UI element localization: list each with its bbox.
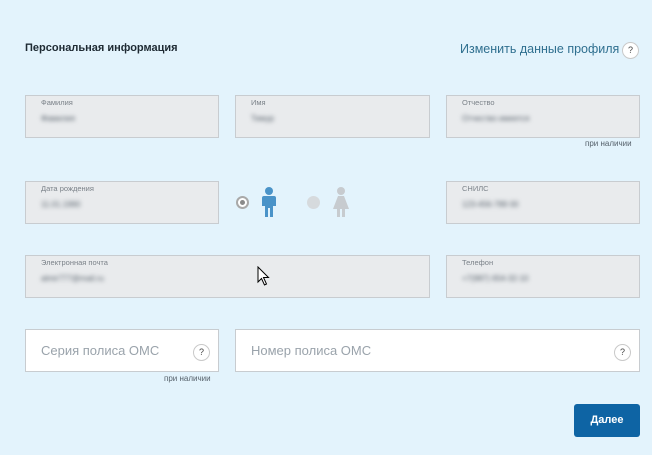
phone-field[interactable]: Телефон +7(987) 654-32-10 [446, 255, 640, 298]
edit-profile-link[interactable]: Изменить данные профиля [460, 42, 619, 56]
female-person-icon[interactable] [330, 186, 352, 218]
patronymic-note: при наличии [585, 139, 632, 148]
surname-label: Фамилия [41, 98, 73, 107]
radio-dot [240, 200, 245, 205]
oms-number-input[interactable]: Номер полиса ОМС ? [235, 329, 640, 372]
snils-value: 123-456-789 00 [462, 200, 519, 209]
oms-series-note: при наличии [164, 374, 211, 383]
oms-number-placeholder: Номер полиса ОМС [251, 343, 372, 358]
help-icon[interactable]: ? [614, 344, 631, 361]
male-person-icon[interactable] [258, 186, 280, 218]
patronymic-field[interactable]: Отчество Отчество имеется [446, 95, 640, 138]
patronymic-label: Отчество [462, 98, 495, 107]
snils-field[interactable]: СНИЛС 123-456-789 00 [446, 181, 640, 224]
phone-value: +7(987) 654-32-10 [462, 274, 529, 283]
next-button[interactable]: Далее [574, 404, 640, 437]
phone-label: Телефон [462, 258, 494, 267]
snils-label: СНИЛС [462, 184, 489, 193]
gender-male-radio[interactable] [236, 196, 249, 209]
gender-female-radio[interactable] [307, 196, 320, 209]
email-value: almir777@mail.ru [41, 274, 104, 283]
page-title: Персональная информация [25, 42, 178, 54]
birthdate-value: 11.01.1990 [41, 200, 81, 209]
name-label: Имя [251, 98, 266, 107]
oms-series-placeholder: Серия полиса ОМС [41, 343, 160, 358]
email-label: Электронная почта [41, 258, 108, 267]
mouse-cursor-icon [257, 266, 270, 286]
surname-value: Фамилия [41, 114, 75, 123]
surname-field[interactable]: Фамилия Фамилия [25, 95, 219, 138]
help-icon[interactable]: ? [193, 344, 210, 361]
name-field[interactable]: Имя Тимур [235, 95, 430, 138]
help-icon[interactable]: ? [622, 42, 639, 59]
patronymic-value: Отчество имеется [462, 114, 530, 123]
oms-series-input[interactable]: Серия полиса ОМС ? [25, 329, 219, 372]
email-field[interactable]: Электронная почта almir777@mail.ru [25, 255, 430, 298]
name-value: Тимур [251, 114, 274, 123]
birthdate-label: Дата рождения [41, 184, 94, 193]
birthdate-field[interactable]: Дата рождения 11.01.1990 [25, 181, 219, 224]
